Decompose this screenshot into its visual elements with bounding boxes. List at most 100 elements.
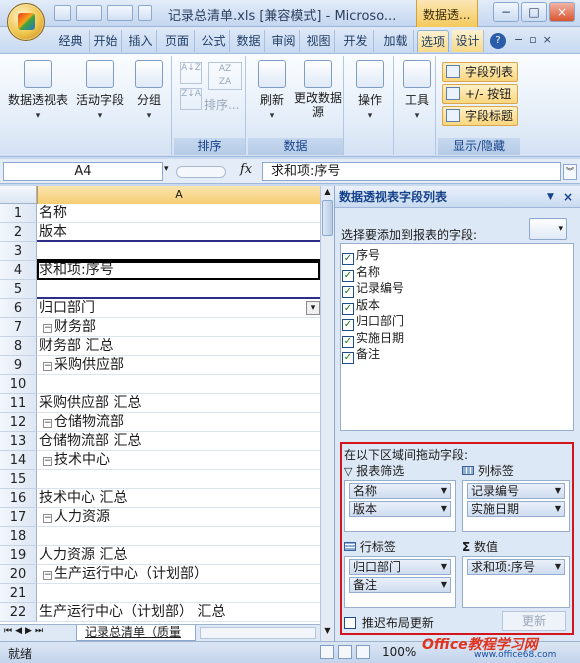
- tab-insert[interactable]: 插入: [125, 30, 157, 52]
- row-number[interactable]: 20: [0, 565, 37, 584]
- row-number[interactable]: 14: [0, 451, 37, 470]
- expand-formula-bar-icon[interactable]: ︾: [563, 164, 577, 180]
- customize-quick-access-icon[interactable]: [138, 5, 152, 21]
- tab-addins[interactable]: 加载: [378, 30, 414, 52]
- sort-button[interactable]: 排序...: [204, 96, 239, 113]
- field-checkbox-item[interactable]: ✓ 实施日期: [342, 330, 404, 348]
- actions-button[interactable]: 操作 ▾: [352, 60, 388, 121]
- row-number[interactable]: 3: [0, 242, 37, 261]
- help-icon[interactable]: ?: [490, 33, 506, 49]
- collapse-icon[interactable]: −: [43, 457, 52, 466]
- group-button[interactable]: 分组 ▾: [132, 60, 166, 121]
- filter-item-name[interactable]: 名称 ▼: [349, 483, 451, 499]
- row-number[interactable]: 19: [0, 546, 37, 565]
- cell[interactable]: [37, 375, 320, 394]
- row-number[interactable]: 7: [0, 318, 37, 337]
- tab-page-layout[interactable]: 页面: [160, 30, 195, 52]
- cell[interactable]: [37, 584, 320, 603]
- cell[interactable]: 名称: [37, 204, 320, 223]
- row-number[interactable]: 9: [0, 356, 37, 375]
- tab-review[interactable]: 审阅: [268, 30, 300, 52]
- field-checkbox-item[interactable]: ✓ 归口部门: [342, 313, 404, 331]
- minimize-button[interactable]: −: [493, 2, 519, 22]
- values-area[interactable]: 求和项:序号 ▼: [462, 556, 570, 608]
- tab-design[interactable]: 设计: [452, 30, 484, 52]
- row-number[interactable]: 13: [0, 432, 37, 451]
- value-item-sum-serial[interactable]: 求和项:序号 ▼: [467, 559, 565, 575]
- field-checkbox-item[interactable]: ✓ 序号: [342, 247, 380, 265]
- tab-classic[interactable]: 经典: [52, 30, 90, 52]
- column-item-date[interactable]: 实施日期 ▼: [467, 501, 565, 517]
- defer-update-checkbox[interactable]: 推迟布局更新: [344, 614, 434, 631]
- cell[interactable]: − 技术中心: [37, 451, 320, 470]
- row-number[interactable]: 21: [0, 584, 37, 603]
- sort-az-icon[interactable]: A↓Z: [180, 62, 202, 84]
- tab-data[interactable]: 数据: [233, 30, 265, 52]
- cell[interactable]: 技术中心 汇总: [37, 489, 320, 508]
- field-checkbox-item[interactable]: ✓ 名称: [342, 264, 380, 282]
- row-number[interactable]: 11: [0, 394, 37, 413]
- column-labels-area[interactable]: 记录编号 ▼ 实施日期 ▼: [462, 480, 570, 532]
- tab-formulas[interactable]: 公式: [198, 30, 230, 52]
- zoom-level[interactable]: 100%: [382, 645, 416, 659]
- formula-input[interactable]: 求和项:序号: [262, 162, 561, 181]
- row-number[interactable]: 1: [0, 204, 37, 223]
- formula-resize-handle[interactable]: [176, 166, 226, 178]
- worksheet-grid[interactable]: A 1 名称 2 版本 3 4 求和项:序号 5 6 归口部门 ▾ 7− 财务部 8 财务部 汇总 9− 采购供…: [0, 186, 320, 624]
- cell[interactable]: − 采购供应部: [37, 356, 320, 375]
- row-number[interactable]: 2: [0, 223, 37, 242]
- undo-icon[interactable]: [76, 5, 102, 21]
- office-button[interactable]: [7, 3, 45, 41]
- change-data-source-button[interactable]: 更改数据源: [294, 60, 342, 119]
- cell[interactable]: − 财务部: [37, 318, 320, 337]
- field-checkbox-item[interactable]: ✓ 记录编号: [342, 280, 404, 298]
- filter-dropdown-icon[interactable]: ▾: [306, 301, 320, 315]
- sheet-nav-arrows[interactable]: ⏮◀▶⏭: [4, 626, 46, 636]
- name-box[interactable]: A4: [3, 162, 163, 181]
- collapse-icon[interactable]: −: [43, 419, 52, 428]
- field-checkbox-item[interactable]: ✓ 备注: [342, 346, 380, 364]
- cell[interactable]: 采购供应部 汇总: [37, 394, 320, 413]
- scroll-down-icon[interactable]: ▼: [322, 626, 333, 638]
- redo-icon[interactable]: [107, 5, 133, 21]
- refresh-button[interactable]: 刷新 ▾: [252, 60, 292, 121]
- row-number[interactable]: 5: [0, 280, 37, 299]
- cell[interactable]: 仓储物流部 汇总: [37, 432, 320, 451]
- row-number[interactable]: 15: [0, 470, 37, 489]
- row-number[interactable]: 4: [0, 261, 37, 280]
- column-item-record-number[interactable]: 记录编号 ▼: [467, 483, 565, 499]
- normal-view-icon[interactable]: [320, 645, 334, 659]
- close-button[interactable]: ×: [549, 2, 575, 22]
- vertical-scrollbar[interactable]: ▲ ▼: [320, 186, 334, 641]
- row-labels-area[interactable]: 归口部门 ▼ 备注 ▼: [344, 556, 456, 608]
- cell[interactable]: [37, 242, 320, 261]
- column-a-header[interactable]: A: [37, 186, 320, 204]
- scroll-up-icon[interactable]: ▲: [322, 187, 333, 199]
- field-list-button[interactable]: 字段列表: [442, 62, 518, 82]
- field-headers-button[interactable]: 字段标题: [442, 106, 518, 126]
- update-button[interactable]: 更新: [502, 611, 566, 631]
- cell[interactable]: [37, 527, 320, 546]
- row-number[interactable]: 6: [0, 299, 37, 318]
- cell[interactable]: 人力资源 汇总: [37, 546, 320, 565]
- row-number[interactable]: 17: [0, 508, 37, 527]
- collapse-icon[interactable]: −: [43, 362, 52, 371]
- cell[interactable]: 生产运行中心（计划部） 汇总: [37, 603, 320, 622]
- horizontal-scrollbar[interactable]: [200, 627, 316, 639]
- report-filter-area[interactable]: 名称 ▼ 版本 ▼: [344, 480, 456, 532]
- cell[interactable]: − 仓储物流部: [37, 413, 320, 432]
- filter-item-version[interactable]: 版本 ▼: [349, 501, 451, 517]
- scroll-thumb[interactable]: [322, 200, 333, 236]
- field-checkbox-item[interactable]: ✓ 版本: [342, 297, 380, 315]
- close-icon[interactable]: ×: [563, 186, 573, 208]
- active-field-button[interactable]: 活动字段 ▾: [74, 60, 126, 121]
- cell[interactable]: [37, 470, 320, 489]
- layout-options-button[interactable]: ▾: [529, 218, 567, 240]
- chevron-down-icon[interactable]: ▼: [547, 186, 554, 208]
- row-number[interactable]: 8: [0, 337, 37, 356]
- tools-button[interactable]: 工具 ▾: [400, 60, 434, 121]
- cell[interactable]: − 生产运行中心（计划部）: [37, 565, 320, 584]
- row-item-notes[interactable]: 备注 ▼: [349, 577, 451, 593]
- chevron-down-icon[interactable]: ▾: [164, 164, 169, 174]
- tab-view[interactable]: 视图: [303, 30, 335, 52]
